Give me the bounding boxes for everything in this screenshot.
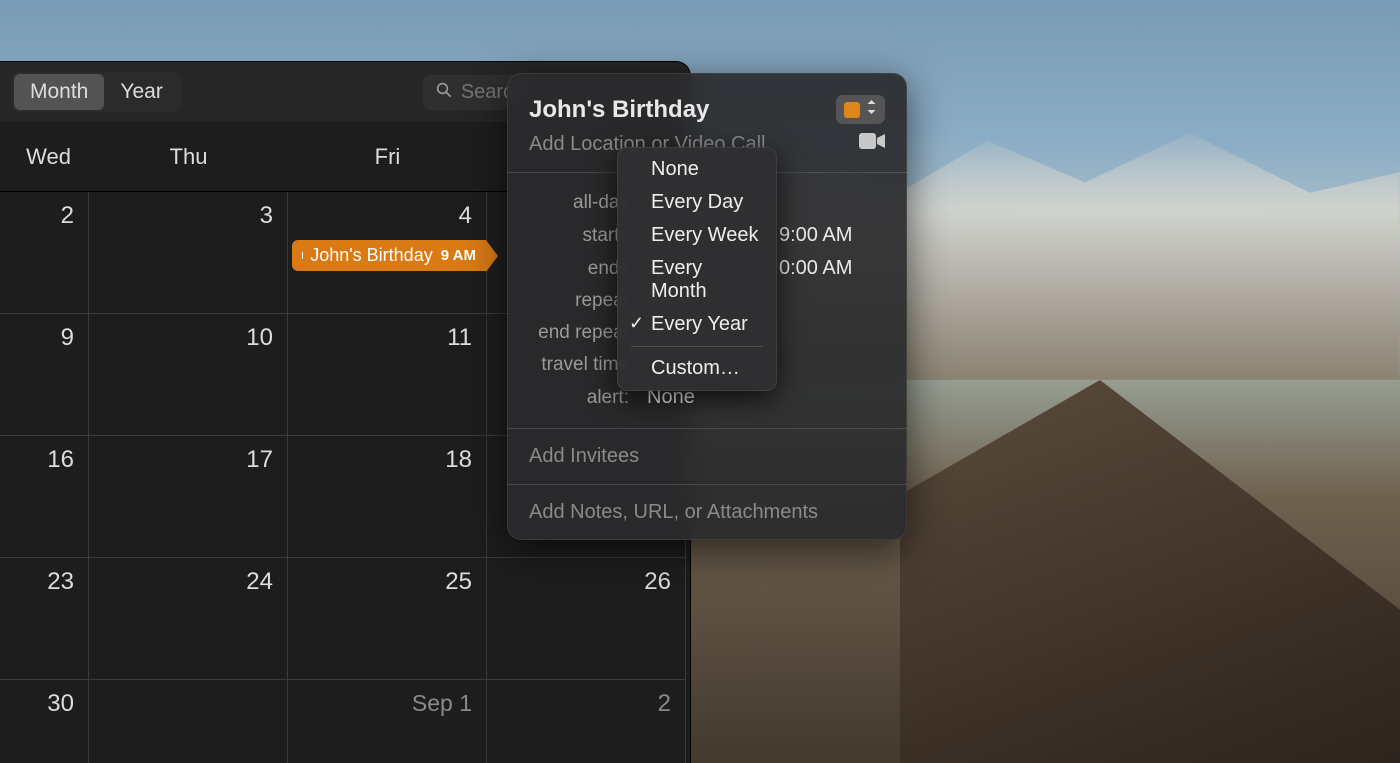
day-cell[interactable]: 11	[288, 314, 487, 436]
day-cell[interactable]	[89, 680, 288, 763]
day-cell[interactable]: 30	[0, 680, 89, 763]
event-pill[interactable]: John's Birthday 9 AM	[292, 240, 486, 271]
day-number: 24	[246, 568, 273, 596]
starts-label: starts	[529, 225, 629, 247]
day-cell[interactable]: 10	[89, 314, 288, 436]
repeat-label: repeat	[529, 290, 629, 312]
day-cell[interactable]: 23	[0, 558, 89, 680]
end-repeat-label: end repeat	[529, 322, 629, 344]
event-title-field[interactable]: John's Birthday	[529, 96, 836, 124]
search-icon	[435, 81, 453, 104]
repeat-option-every-week[interactable]: Every Week	[617, 219, 777, 252]
event-title: John's Birthday	[310, 245, 433, 266]
ends-value[interactable]: 0:00 AM	[779, 257, 852, 280]
video-call-icon[interactable]	[859, 132, 885, 156]
dow-thu: Thu	[89, 144, 288, 170]
add-invitees-field[interactable]: Add Invitees	[507, 429, 907, 484]
day-cell[interactable]: Sep 1	[288, 680, 487, 763]
day-number: Sep 1	[412, 690, 472, 717]
day-cell[interactable]: 16	[0, 436, 89, 558]
chevron-updown-icon	[866, 100, 877, 119]
dow-wed: Wed	[0, 144, 89, 170]
repeat-option-custom[interactable]: Custom…	[617, 352, 777, 385]
day-number: 30	[47, 690, 74, 718]
day-cell[interactable]: 17	[89, 436, 288, 558]
day-number: 26	[644, 568, 671, 596]
alert-label: alert:	[529, 387, 629, 409]
day-cell[interactable]: 2	[0, 192, 89, 314]
view-month-button[interactable]: Month	[14, 74, 104, 110]
day-number: 2	[61, 202, 74, 230]
day-number: 4	[459, 202, 472, 230]
ends-label: ends	[529, 258, 629, 280]
calendar-color-swatch-icon	[844, 102, 860, 118]
day-cell[interactable]: 24	[89, 558, 288, 680]
repeat-dropdown-menu: None Every Day Every Week Every Month Ev…	[617, 147, 777, 391]
day-number: 3	[260, 202, 273, 230]
day-number: 18	[445, 446, 472, 474]
repeat-option-every-day[interactable]: Every Day	[617, 186, 777, 219]
day-number: 9	[61, 324, 74, 352]
view-segmented-control: Month Year	[12, 72, 181, 112]
event-time: 9 AM	[441, 247, 476, 264]
day-number: 23	[47, 568, 74, 596]
allday-label: all-day	[529, 192, 629, 214]
day-cell[interactable]: 2	[487, 680, 686, 763]
day-cell[interactable]: 4 John's Birthday 9 AM	[288, 192, 487, 314]
repeat-option-every-year[interactable]: Every Year	[617, 308, 777, 341]
day-number: 2	[658, 690, 671, 718]
add-notes-field[interactable]: Add Notes, URL, or Attachments	[507, 485, 907, 540]
day-number: 17	[246, 446, 273, 474]
repeat-option-every-month[interactable]: Every Month	[617, 252, 777, 308]
day-number: 16	[47, 446, 74, 474]
day-cell[interactable]: 9	[0, 314, 89, 436]
day-number: 25	[445, 568, 472, 596]
day-cell[interactable]: 18	[288, 436, 487, 558]
day-number: 10	[246, 324, 273, 352]
wallpaper-foreground	[900, 380, 1400, 763]
day-number: 11	[447, 324, 472, 352]
day-cell[interactable]: 25	[288, 558, 487, 680]
day-cell[interactable]: 3	[89, 192, 288, 314]
repeat-option-none[interactable]: None	[617, 153, 777, 186]
starts-value[interactable]: 9:00 AM	[779, 224, 852, 247]
dow-fri: Fri	[288, 144, 487, 170]
menu-separator	[631, 346, 763, 347]
day-cell[interactable]: 26	[487, 558, 686, 680]
view-year-button[interactable]: Year	[104, 74, 178, 110]
travel-time-label: travel time	[529, 354, 629, 376]
calendar-color-picker[interactable]	[836, 95, 885, 124]
